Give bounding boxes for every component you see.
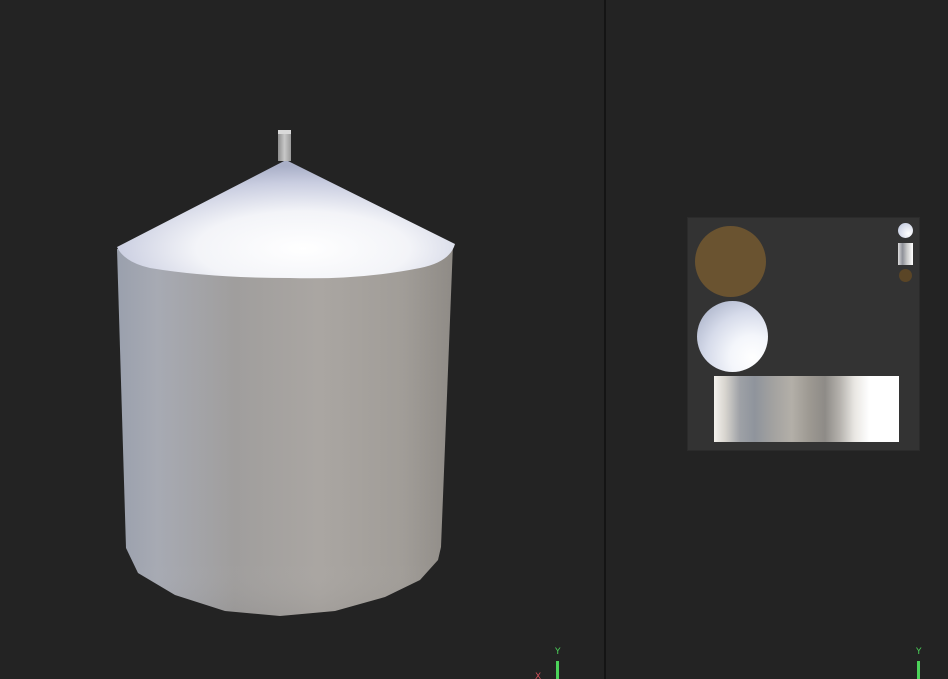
3d-viewport[interactable]: Y X <box>0 0 604 679</box>
vent-pipe <box>278 130 291 161</box>
silo-roof <box>117 160 455 279</box>
silo-model[interactable] <box>0 0 604 679</box>
metal-gradient-strip <box>714 376 899 442</box>
silo-body <box>117 244 453 616</box>
tiny-strip-swatch <box>898 243 913 265</box>
silver-material-swatch <box>697 301 768 372</box>
axis-x-label: X <box>535 672 542 679</box>
axis-y-line-uv <box>917 661 920 679</box>
texture-atlas[interactable] <box>688 218 919 450</box>
brown-material-swatch <box>695 226 766 297</box>
texture-viewport[interactable]: Y <box>606 0 948 679</box>
tiny-sphere-swatch <box>898 223 913 238</box>
axis-y-label: Y <box>555 647 561 657</box>
axis-y-label-uv: Y <box>916 647 922 657</box>
tiny-brown-swatch <box>899 269 912 282</box>
axis-y-line <box>556 661 559 679</box>
